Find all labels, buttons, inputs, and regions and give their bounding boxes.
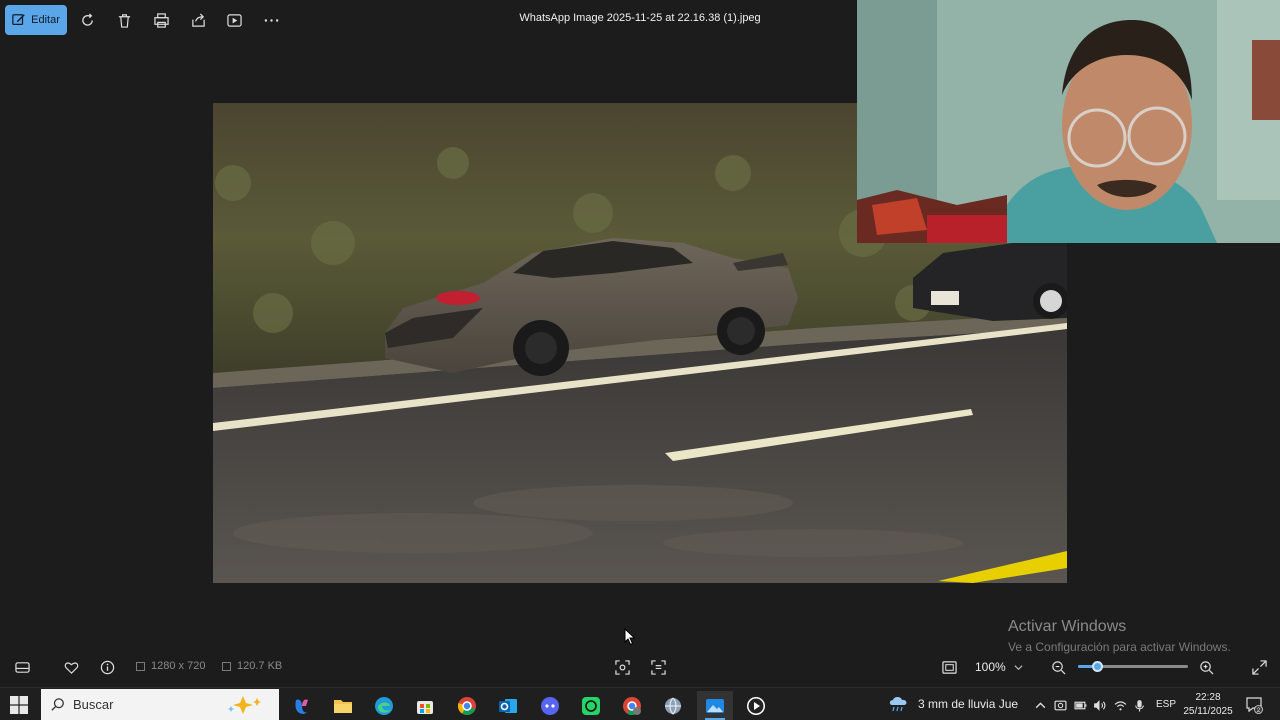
storage-icon	[222, 661, 231, 671]
info-icon	[100, 660, 114, 674]
camera-icon	[1053, 700, 1067, 710]
taskbar-store[interactable]	[407, 691, 443, 720]
discord-icon	[541, 696, 559, 715]
copilot-sparkle-icon	[228, 696, 261, 714]
clock-time: 22:28	[1195, 692, 1221, 703]
watermark-title: Activar Windows	[1008, 618, 1127, 635]
wifi-icon	[1114, 700, 1126, 710]
visual-search-icon	[614, 659, 630, 675]
fit-icon	[941, 660, 957, 674]
chrome-profile-icon	[623, 696, 641, 715]
tray-microphone[interactable]	[1131, 697, 1147, 713]
search-placeholder: Buscar	[73, 697, 114, 712]
photos-icon	[706, 698, 724, 713]
zoom-level-dropdown[interactable]: 100%	[975, 658, 1023, 676]
copilot-icon	[295, 698, 308, 714]
bottom-toolbar: 1280 x 720 120.7 KB 100%	[0, 648, 1280, 686]
image-dimensions: 1280 x 720	[136, 660, 205, 672]
microphone-icon	[1134, 699, 1144, 711]
visual-search-button[interactable]	[612, 658, 632, 676]
input-language-indicator[interactable]: ESP	[1156, 699, 1176, 710]
favorite-button[interactable]	[61, 658, 81, 676]
edge-icon	[375, 696, 393, 715]
windows-start-icon[interactable]	[10, 696, 28, 714]
taskbar-outlook[interactable]	[490, 691, 526, 720]
chevron-down-icon	[1014, 664, 1023, 670]
outlook-icon	[499, 698, 517, 713]
expand-icon	[1251, 659, 1267, 675]
play-icon	[747, 696, 765, 715]
file-info-button[interactable]	[97, 658, 117, 676]
taskbar-chrome[interactable]	[449, 691, 485, 720]
taskbar-clock[interactable]: 22:28 25/11/2025	[1180, 691, 1236, 719]
zoom-in-button[interactable]	[1196, 658, 1216, 676]
tray-wifi[interactable]	[1112, 697, 1128, 713]
taskbar-copilot[interactable]	[284, 691, 320, 720]
tray-overflow-button[interactable]	[1032, 697, 1048, 713]
taskbar-whatsapp[interactable]	[573, 691, 609, 720]
rain-cloud-icon	[889, 697, 907, 712]
notification-center-icon[interactable]: 2	[1245, 696, 1263, 714]
clock-date: 25/11/2025	[1183, 706, 1233, 717]
zoom-out-icon	[1051, 660, 1065, 674]
taskbar-search-box[interactable]: Buscar	[41, 689, 279, 720]
taskbar-app-globe[interactable]	[655, 691, 691, 720]
taskbar-discord[interactable]	[532, 691, 568, 720]
zoom-level-value: 100%	[975, 660, 1006, 674]
text-scan-icon	[650, 659, 666, 675]
taskbar-file-explorer[interactable]	[325, 691, 361, 720]
search-icon	[51, 697, 64, 711]
chrome-icon	[457, 696, 476, 715]
taskbar-weather-widget[interactable]: 3 mm de lluvia Jue	[888, 695, 1018, 713]
zoom-slider-thumb[interactable]	[1092, 661, 1103, 672]
filmstrip-icon	[14, 661, 30, 673]
windows-taskbar: Buscar 3 mm de lluvia Jue ESP 22:28 25/1…	[0, 687, 1280, 720]
tray-battery[interactable]	[1072, 697, 1088, 713]
battery-icon	[1073, 701, 1086, 709]
extract-text-button[interactable]	[648, 658, 668, 676]
zoom-slider[interactable]	[1078, 661, 1188, 672]
taskbar-edge[interactable]	[366, 691, 402, 720]
dimensions-icon	[136, 661, 145, 671]
zoom-in-icon	[1199, 660, 1213, 674]
fit-to-window-button[interactable]	[939, 658, 959, 676]
filmstrip-button[interactable]	[12, 658, 32, 676]
globe-app-icon	[665, 697, 681, 715]
chevron-up-icon	[1035, 701, 1045, 708]
fullscreen-button[interactable]	[1249, 658, 1269, 676]
store-icon	[417, 700, 433, 714]
webcam-overlay	[857, 0, 1280, 243]
file-size: 120.7 KB	[222, 660, 282, 672]
tray-volume[interactable]	[1091, 697, 1107, 713]
taskbar-photos[interactable]	[697, 691, 733, 720]
weather-text: 3 mm de lluvia Jue	[918, 697, 1019, 711]
folder-icon	[334, 699, 352, 713]
taskbar-chrome-profile[interactable]	[614, 691, 650, 720]
tray-meet-now[interactable]	[1052, 697, 1068, 713]
zoom-out-button[interactable]	[1048, 658, 1068, 676]
speaker-icon	[1093, 699, 1105, 711]
taskbar-media-player[interactable]	[738, 691, 774, 720]
heart-icon	[64, 662, 78, 674]
whatsapp-icon	[582, 696, 600, 715]
mouse-cursor-icon	[624, 628, 636, 646]
